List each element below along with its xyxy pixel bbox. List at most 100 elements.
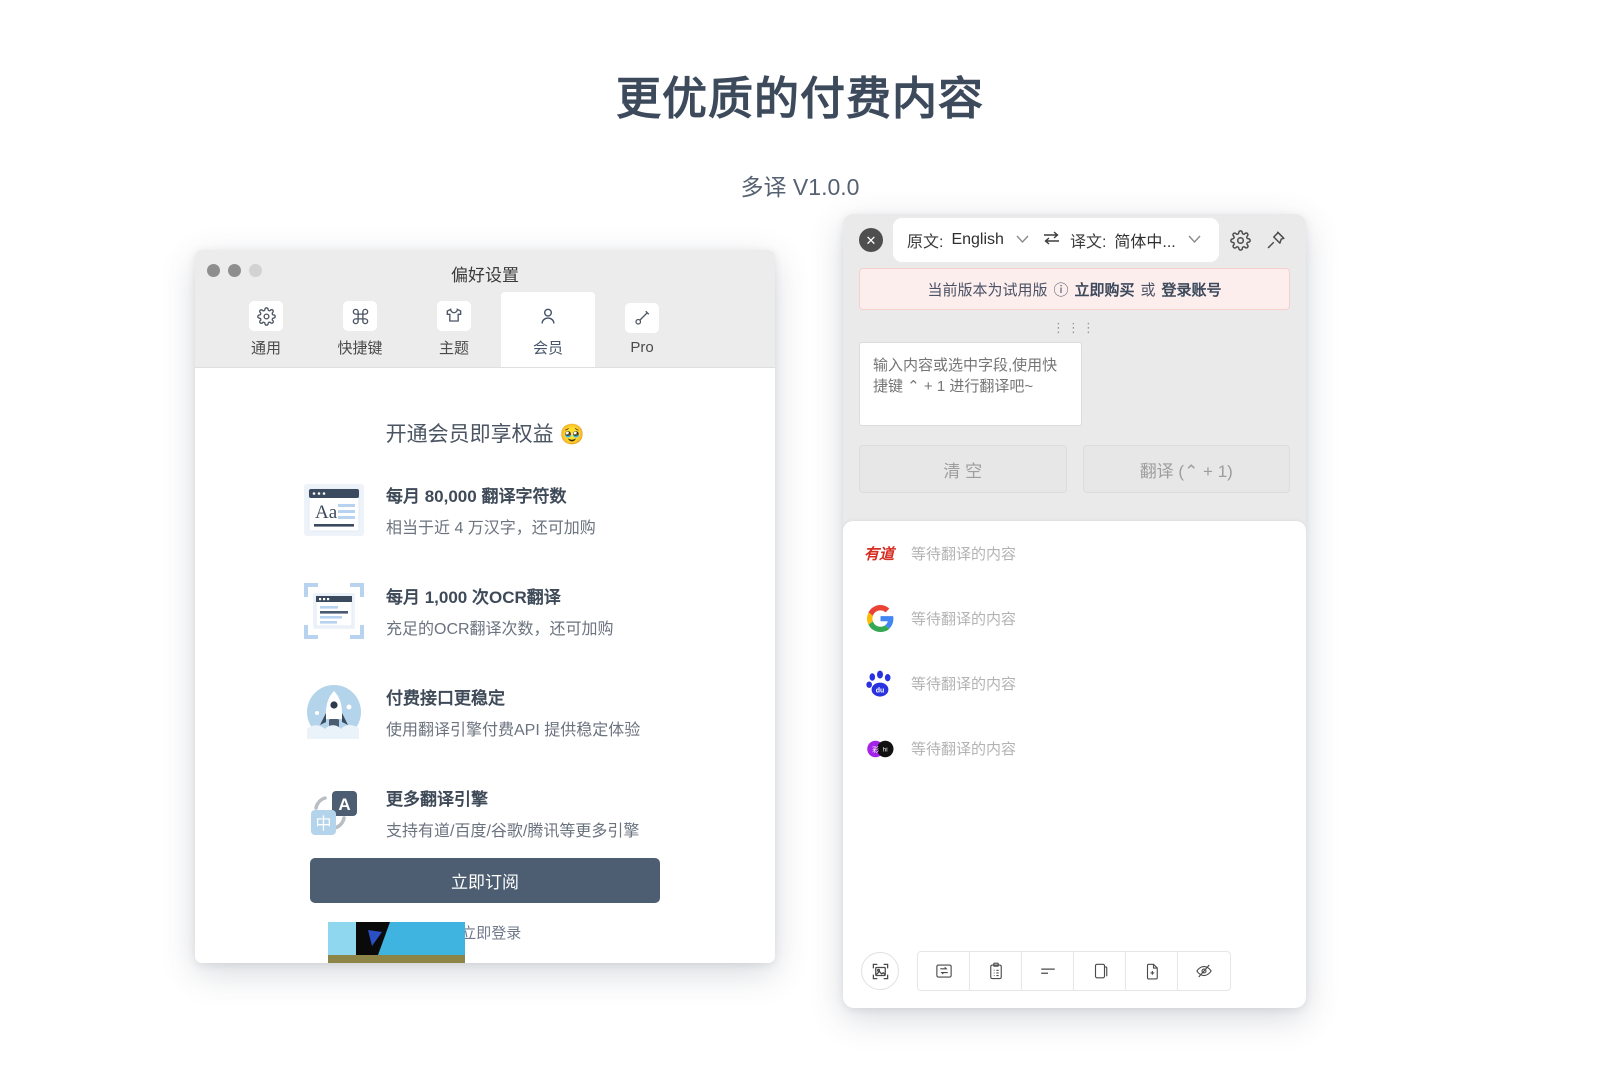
benefits-heading: 开通会员即享权益 🥹 <box>195 418 775 448</box>
feature-title: 付费接口更稳定 <box>386 689 505 708</box>
source-language-label: 原文: <box>907 234 944 251</box>
svg-text:Aa: Aa <box>315 502 338 523</box>
tab-shortcuts[interactable]: 快捷键 <box>313 292 407 367</box>
feature-text: 更多翻译引擎 支持有道/百度/谷歌/腾讯等更多引擎 <box>386 779 639 841</box>
tab-general[interactable]: 通用 <box>219 292 313 367</box>
svg-text:A: A <box>338 795 350 814</box>
compare-text-icon[interactable] <box>1022 952 1074 990</box>
baidu-icon: du <box>863 667 897 701</box>
action-buttons: 清 空 翻译 (⌃ + 1) <box>859 445 1290 493</box>
login-account-link[interactable]: 登录账号 <box>1162 279 1222 300</box>
trial-banner-text: 当前版本为试用版 <box>927 281 1048 299</box>
feature-row: Aa 每月 80,000 翻译字符数 相当于近 4 万汉字，还可加购 <box>300 476 775 550</box>
feature-title: 每月 80,000 翻译字符数 <box>386 487 567 506</box>
info-icon[interactable]: ⓘ <box>1053 279 1068 300</box>
window-title: 偏好设置 <box>451 266 519 285</box>
result-row[interactable]: 有道 等待翻译的内容 <box>843 521 1306 586</box>
page-root: 更优质的付费内容 多译 V1.0.0 偏好设置 通用 快捷键 主题 会员 Pro… <box>0 0 1600 1080</box>
chevron-down-icon[interactable] <box>1188 233 1201 247</box>
subscribe-button[interactable]: 立即订阅 <box>310 858 660 903</box>
copy-document-icon[interactable] <box>1074 952 1126 990</box>
source-language-value[interactable]: English <box>951 231 1003 249</box>
benefits-emoji: 🥹 <box>559 424 585 446</box>
feature-text: 每月 80,000 翻译字符数 相当于近 4 万汉字，还可加购 <box>386 476 596 538</box>
command-icon <box>343 301 377 331</box>
brush-icon <box>625 303 659 333</box>
tab-label: 会员 <box>532 340 563 357</box>
tab-label: Pro <box>630 339 654 356</box>
gear-icon[interactable] <box>1230 229 1251 251</box>
feature-desc: 支持有道/百度/谷歌/腾讯等更多引擎 <box>386 823 640 840</box>
swap-languages-icon[interactable] <box>1043 230 1060 250</box>
tab-label: 快捷键 <box>337 340 383 357</box>
shirt-icon <box>437 301 471 331</box>
trial-banner: 当前版本为试用版 ⓘ 立即购买 或 登录账号 <box>859 268 1290 310</box>
page-title: 更优质的付费内容 <box>615 73 984 124</box>
membership-panel: 开通会员即享权益 🥹 Aa 每月 80,000 翻译字符数 相当于近 4 万汉字… <box>195 368 775 963</box>
person-icon <box>531 301 565 331</box>
svg-text:有道: 有道 <box>864 545 896 563</box>
preferences-window: 偏好设置 通用 快捷键 主题 会员 Pro 开通会员即享权益 🥹 Aa 每月 8… <box>195 250 775 963</box>
gear-icon <box>249 301 283 331</box>
translator-panel: ✕ 原文: English 译文: 简体中... 当前版本为试用版 ⓘ 立即购买… <box>843 214 1306 1008</box>
rocket-icon <box>300 678 368 746</box>
window-titlebar: 偏好设置 <box>195 250 775 292</box>
translation-input[interactable] <box>859 342 1082 426</box>
caiyun-icon: 彩 hi <box>863 732 897 766</box>
hide-eye-icon[interactable] <box>1178 952 1230 990</box>
translator-header: ✕ 原文: English 译文: 简体中... <box>843 214 1306 266</box>
benefits-heading-text: 开通会员即享权益 <box>385 423 554 446</box>
ocr-scan-icon <box>300 577 368 645</box>
overlay-artifact-image <box>320 920 465 963</box>
result-row[interactable]: 彩 hi 等待翻译的内容 <box>843 716 1306 781</box>
preferences-tabbar: 通用 快捷键 主题 会员 Pro <box>195 292 775 368</box>
drag-grip-handle[interactable]: ⋮⋮⋮ <box>843 320 1306 336</box>
buy-now-link[interactable]: 立即购买 <box>1074 279 1134 300</box>
tab-membership[interactable]: 会员 <box>501 292 595 367</box>
language-selector: 原文: English 译文: 简体中... <box>893 218 1219 262</box>
feature-desc: 充足的OCR翻译次数，还可加购 <box>386 621 614 638</box>
feature-row: 付费接口更稳定 使用翻译引擎付费API 提供稳定体验 <box>300 678 775 752</box>
svg-text:彩: 彩 <box>872 745 879 754</box>
feature-desc: 使用翻译引擎付费API 提供稳定体验 <box>386 722 641 739</box>
banner-or-label: 或 <box>1140 281 1156 299</box>
youdao-icon: 有道 <box>863 537 897 571</box>
chevron-down-icon[interactable] <box>1016 233 1029 247</box>
tool-button-group <box>917 951 1231 991</box>
auto-translate-icon[interactable] <box>918 952 970 990</box>
feature-row: 每月 1,000 次OCR翻译 充足的OCR翻译次数，还可加购 <box>300 577 775 651</box>
tab-pro[interactable]: Pro <box>595 292 689 367</box>
google-icon <box>863 602 897 636</box>
tab-label: 主题 <box>438 340 469 357</box>
pin-icon[interactable] <box>1265 230 1286 251</box>
close-icon[interactable]: ✕ <box>859 228 883 252</box>
tab-theme[interactable]: 主题 <box>407 292 501 367</box>
svg-text:du: du <box>876 687 885 694</box>
bottom-toolbar <box>843 934 1306 1008</box>
login-link[interactable]: 立即登录 <box>461 925 521 942</box>
translate-button[interactable]: 翻译 (⌃ + 1) <box>1082 445 1290 493</box>
translate-icon: A 中 <box>300 779 368 847</box>
result-text: 等待翻译的内容 <box>911 611 1017 628</box>
result-row[interactable]: du 等待翻译的内容 <box>843 651 1306 716</box>
tab-label: 通用 <box>250 340 281 357</box>
feature-row: A 中 更多翻译引擎 支持有道/百度/谷歌/腾讯等更多引擎 <box>300 779 775 853</box>
page-subtitle: 多译 V1.0.0 <box>740 174 860 200</box>
feature-text: 每月 1,000 次OCR翻译 充足的OCR翻译次数，还可加购 <box>386 577 614 639</box>
add-document-icon[interactable] <box>1126 952 1178 990</box>
clear-button[interactable]: 清 空 <box>859 445 1067 493</box>
svg-text:hi: hi <box>883 747 888 753</box>
feature-title: 更多翻译引擎 <box>386 790 488 809</box>
result-text: 等待翻译的内容 <box>911 546 1017 563</box>
target-language-value[interactable]: 简体中... <box>1114 228 1175 252</box>
result-text: 等待翻译的内容 <box>911 676 1017 693</box>
target-language-label: 译文: <box>1069 234 1107 251</box>
feature-desc: 相当于近 4 万汉字，还可加购 <box>386 520 596 537</box>
screenshot-ocr-icon[interactable] <box>861 952 899 990</box>
text-window-icon: Aa <box>300 476 368 544</box>
feature-title: 每月 1,000 次OCR翻译 <box>386 588 561 607</box>
feature-text: 付费接口更稳定 使用翻译引擎付费API 提供稳定体验 <box>386 678 640 740</box>
result-text: 等待翻译的内容 <box>911 741 1017 758</box>
result-row[interactable]: 等待翻译的内容 <box>843 586 1306 651</box>
clipboard-icon[interactable] <box>970 952 1022 990</box>
